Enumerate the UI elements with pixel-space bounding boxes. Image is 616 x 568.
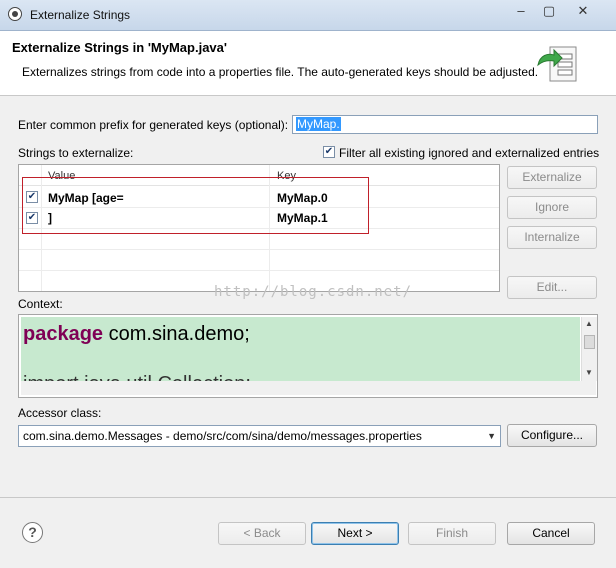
prefix-input[interactable]: MyMap. xyxy=(292,115,598,134)
cancel-button[interactable]: Cancel xyxy=(507,522,595,545)
eclipse-app-icon xyxy=(8,7,22,21)
wizard-title: Externalize Strings in 'MyMap.java' xyxy=(12,40,227,55)
code-text: com.sina.demo; xyxy=(103,323,250,345)
prefix-label: Enter common prefix for generated keys (… xyxy=(18,118,289,132)
wizard-header: Externalize Strings in 'MyMap.java' Exte… xyxy=(0,31,616,96)
back-button[interactable]: < Back xyxy=(218,522,306,545)
maximize-button[interactable]: ▢ xyxy=(536,2,562,20)
filter-label: Filter all existing ignored and external… xyxy=(339,146,600,160)
code-keyword: package xyxy=(23,323,104,345)
next-button[interactable]: Next > xyxy=(311,522,399,545)
code-line: package com.sina.demo; xyxy=(23,323,250,346)
scroll-up-arrow-icon[interactable]: ▲ xyxy=(585,319,593,328)
prefix-value: MyMap. xyxy=(296,117,341,131)
annotation-highlight-box xyxy=(22,177,369,234)
code-line-partial: import java.util.Collection; xyxy=(23,373,251,381)
scroll-thumb[interactable] xyxy=(584,335,595,349)
accessor-class-value: com.sina.demo.Messages - demo/src/com/si… xyxy=(23,429,422,443)
externalize-wizard-icon xyxy=(537,46,577,82)
scroll-down-arrow-icon[interactable]: ▼ xyxy=(585,368,593,377)
watermark-text: http://blog.csdn.net/ xyxy=(214,284,413,300)
context-vertical-scrollbar[interactable]: ▲ ▼ xyxy=(581,317,597,381)
accessor-label: Accessor class: xyxy=(18,406,102,420)
ignore-button[interactable]: Ignore xyxy=(507,196,597,219)
context-preview: package com.sina.demo; import java.util.… xyxy=(18,314,598,398)
finish-button[interactable]: Finish xyxy=(408,522,496,545)
edit-button[interactable]: Edit... xyxy=(507,276,597,299)
title-bar: Externalize Strings – ▢ ✕ xyxy=(0,0,616,31)
wizard-description: Externalizes strings from code into a pr… xyxy=(22,65,539,79)
context-horizontal-scrollbar[interactable] xyxy=(21,381,596,395)
window-title: Externalize Strings xyxy=(30,8,131,22)
configure-button[interactable]: Configure... xyxy=(507,424,597,447)
minimize-button[interactable]: – xyxy=(508,2,534,20)
help-icon[interactable]: ? xyxy=(22,522,43,543)
strings-label: Strings to externalize: xyxy=(18,146,134,160)
context-code: package com.sina.demo; import java.util.… xyxy=(21,317,580,381)
dropdown-arrow-icon[interactable]: ▼ xyxy=(487,431,496,441)
externalize-button[interactable]: Externalize xyxy=(507,166,597,189)
internalize-button[interactable]: Internalize xyxy=(507,226,597,249)
close-button[interactable]: ✕ xyxy=(570,2,596,20)
accessor-class-select[interactable]: com.sina.demo.Messages - demo/src/com/si… xyxy=(18,425,501,447)
filter-checkbox[interactable]: ✔ xyxy=(323,146,335,158)
context-label: Context: xyxy=(18,297,63,311)
